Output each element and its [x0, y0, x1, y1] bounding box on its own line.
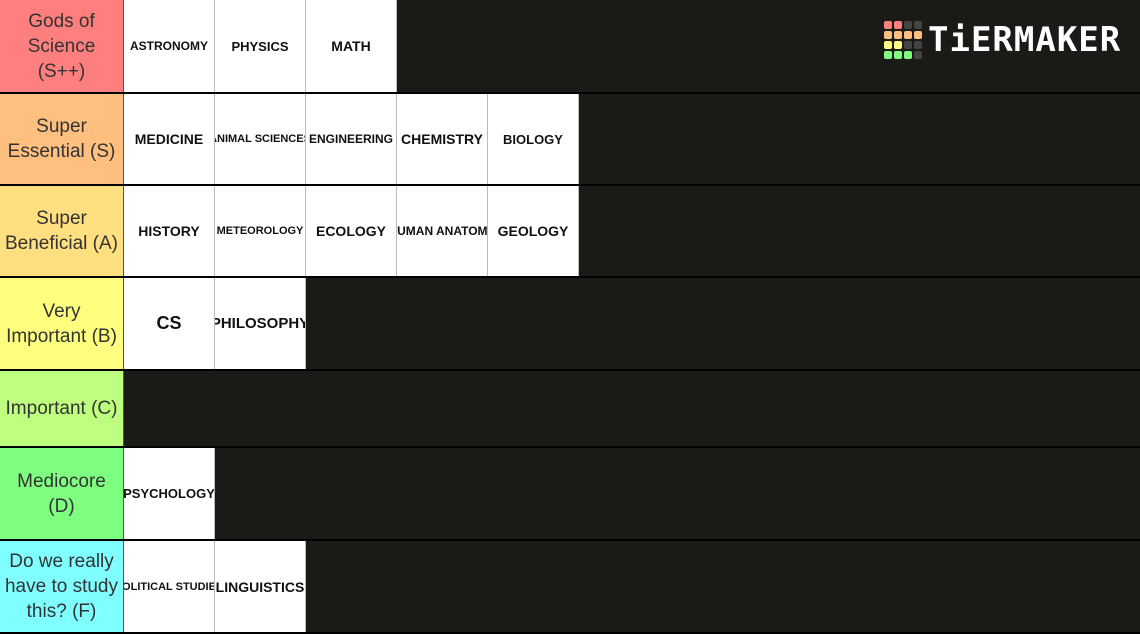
tier-label[interactable]: Super Beneficial (A)	[0, 186, 124, 276]
logo-grid-cell	[884, 41, 892, 49]
logo-grid-cell	[914, 21, 922, 29]
tier-item[interactable]: ANIMAL SCIENCES	[215, 94, 306, 184]
logo-grid-cell	[894, 41, 902, 49]
tier-items-dropzone[interactable]	[124, 371, 1140, 446]
tier-row: Super Beneficial (A) HISTORY METEOROLOGY EC…	[0, 186, 1140, 278]
logo-grid-cell	[904, 21, 912, 29]
tier-row: Super Essential (S)MEDICINEANIMAL SCIENC…	[0, 94, 1140, 186]
tier-item[interactable]: ENGINEERING	[306, 94, 397, 184]
logo-grid-cell	[894, 21, 902, 29]
tier-row: Important (C)	[0, 371, 1140, 448]
tier-label[interactable]: Important (C)	[0, 371, 124, 446]
tier-label[interactable]: Very Important (B)	[0, 278, 124, 369]
tier-item[interactable]: POLITICAL STUDIES	[124, 541, 215, 632]
tier-item[interactable]: HUMAN ANATOMY	[397, 186, 488, 276]
tier-item[interactable]: MEDICINE	[124, 94, 215, 184]
tier-items-dropzone[interactable]: POLITICAL STUDIESLINGUISTICS	[124, 541, 1140, 632]
logo-grid-cell	[914, 41, 922, 49]
tier-items-dropzone[interactable]: MEDICINEANIMAL SCIENCESENGINEERINGCHEMIS…	[124, 94, 1140, 184]
tier-item[interactable]: PHYSICS	[215, 0, 306, 92]
tier-row: Very Important (B) CS PHILOSOPHY	[0, 278, 1140, 371]
tier-label[interactable]: Super Essential (S)	[0, 94, 124, 184]
logo-grid-cell	[894, 31, 902, 39]
tiermaker-logo: TiERMAKER	[884, 20, 1121, 60]
tier-item[interactable]: ECOLOGY	[306, 186, 397, 276]
logo-grid-cell	[894, 51, 902, 59]
tier-item[interactable]: PHILOSOPHY	[215, 278, 306, 369]
logo-grid-cell	[914, 31, 922, 39]
tier-row: Do we really have to study this? (F)POLI…	[0, 541, 1140, 634]
tier-item[interactable]: CS	[124, 278, 215, 369]
tier-items-dropzone[interactable]: HISTORYMETEOROLOGYECOLOGYHUMAN ANATOMYGE…	[124, 186, 1140, 276]
tier-item[interactable]: MATH	[306, 0, 397, 92]
tier-item[interactable]: PSYCHOLOGY	[124, 448, 215, 539]
tier-row: Mediocore (D) PSYCHOLOGY	[0, 448, 1140, 541]
logo-grid-cell	[904, 41, 912, 49]
logo-grid-icon	[884, 21, 922, 59]
tier-item[interactable]: METEOROLOGY	[215, 186, 306, 276]
logo-grid-cell	[884, 21, 892, 29]
logo-grid-cell	[914, 51, 922, 59]
tier-items-dropzone[interactable]: PSYCHOLOGY	[124, 448, 1140, 539]
tier-item[interactable]: LINGUISTICS	[215, 541, 306, 632]
logo-text: TiERMAKER	[928, 20, 1122, 60]
logo-grid-cell	[884, 31, 892, 39]
tier-item[interactable]: BIOLOGY	[488, 94, 579, 184]
tier-label[interactable]: Mediocore (D)	[0, 448, 124, 539]
tier-label[interactable]: Gods of Science (S++)	[0, 0, 124, 92]
tier-item[interactable]: CHEMISTRY	[397, 94, 488, 184]
logo-grid-cell	[884, 51, 892, 59]
tier-item[interactable]: HISTORY	[124, 186, 215, 276]
tier-item[interactable]: GEOLOGY	[488, 186, 579, 276]
logo-grid-cell	[904, 31, 912, 39]
tier-item[interactable]: ASTRONOMY	[124, 0, 215, 92]
tier-label[interactable]: Do we really have to study this? (F)	[0, 541, 124, 632]
tier-items-dropzone[interactable]: CS PHILOSOPHY	[124, 278, 1140, 369]
logo-grid-cell	[904, 51, 912, 59]
